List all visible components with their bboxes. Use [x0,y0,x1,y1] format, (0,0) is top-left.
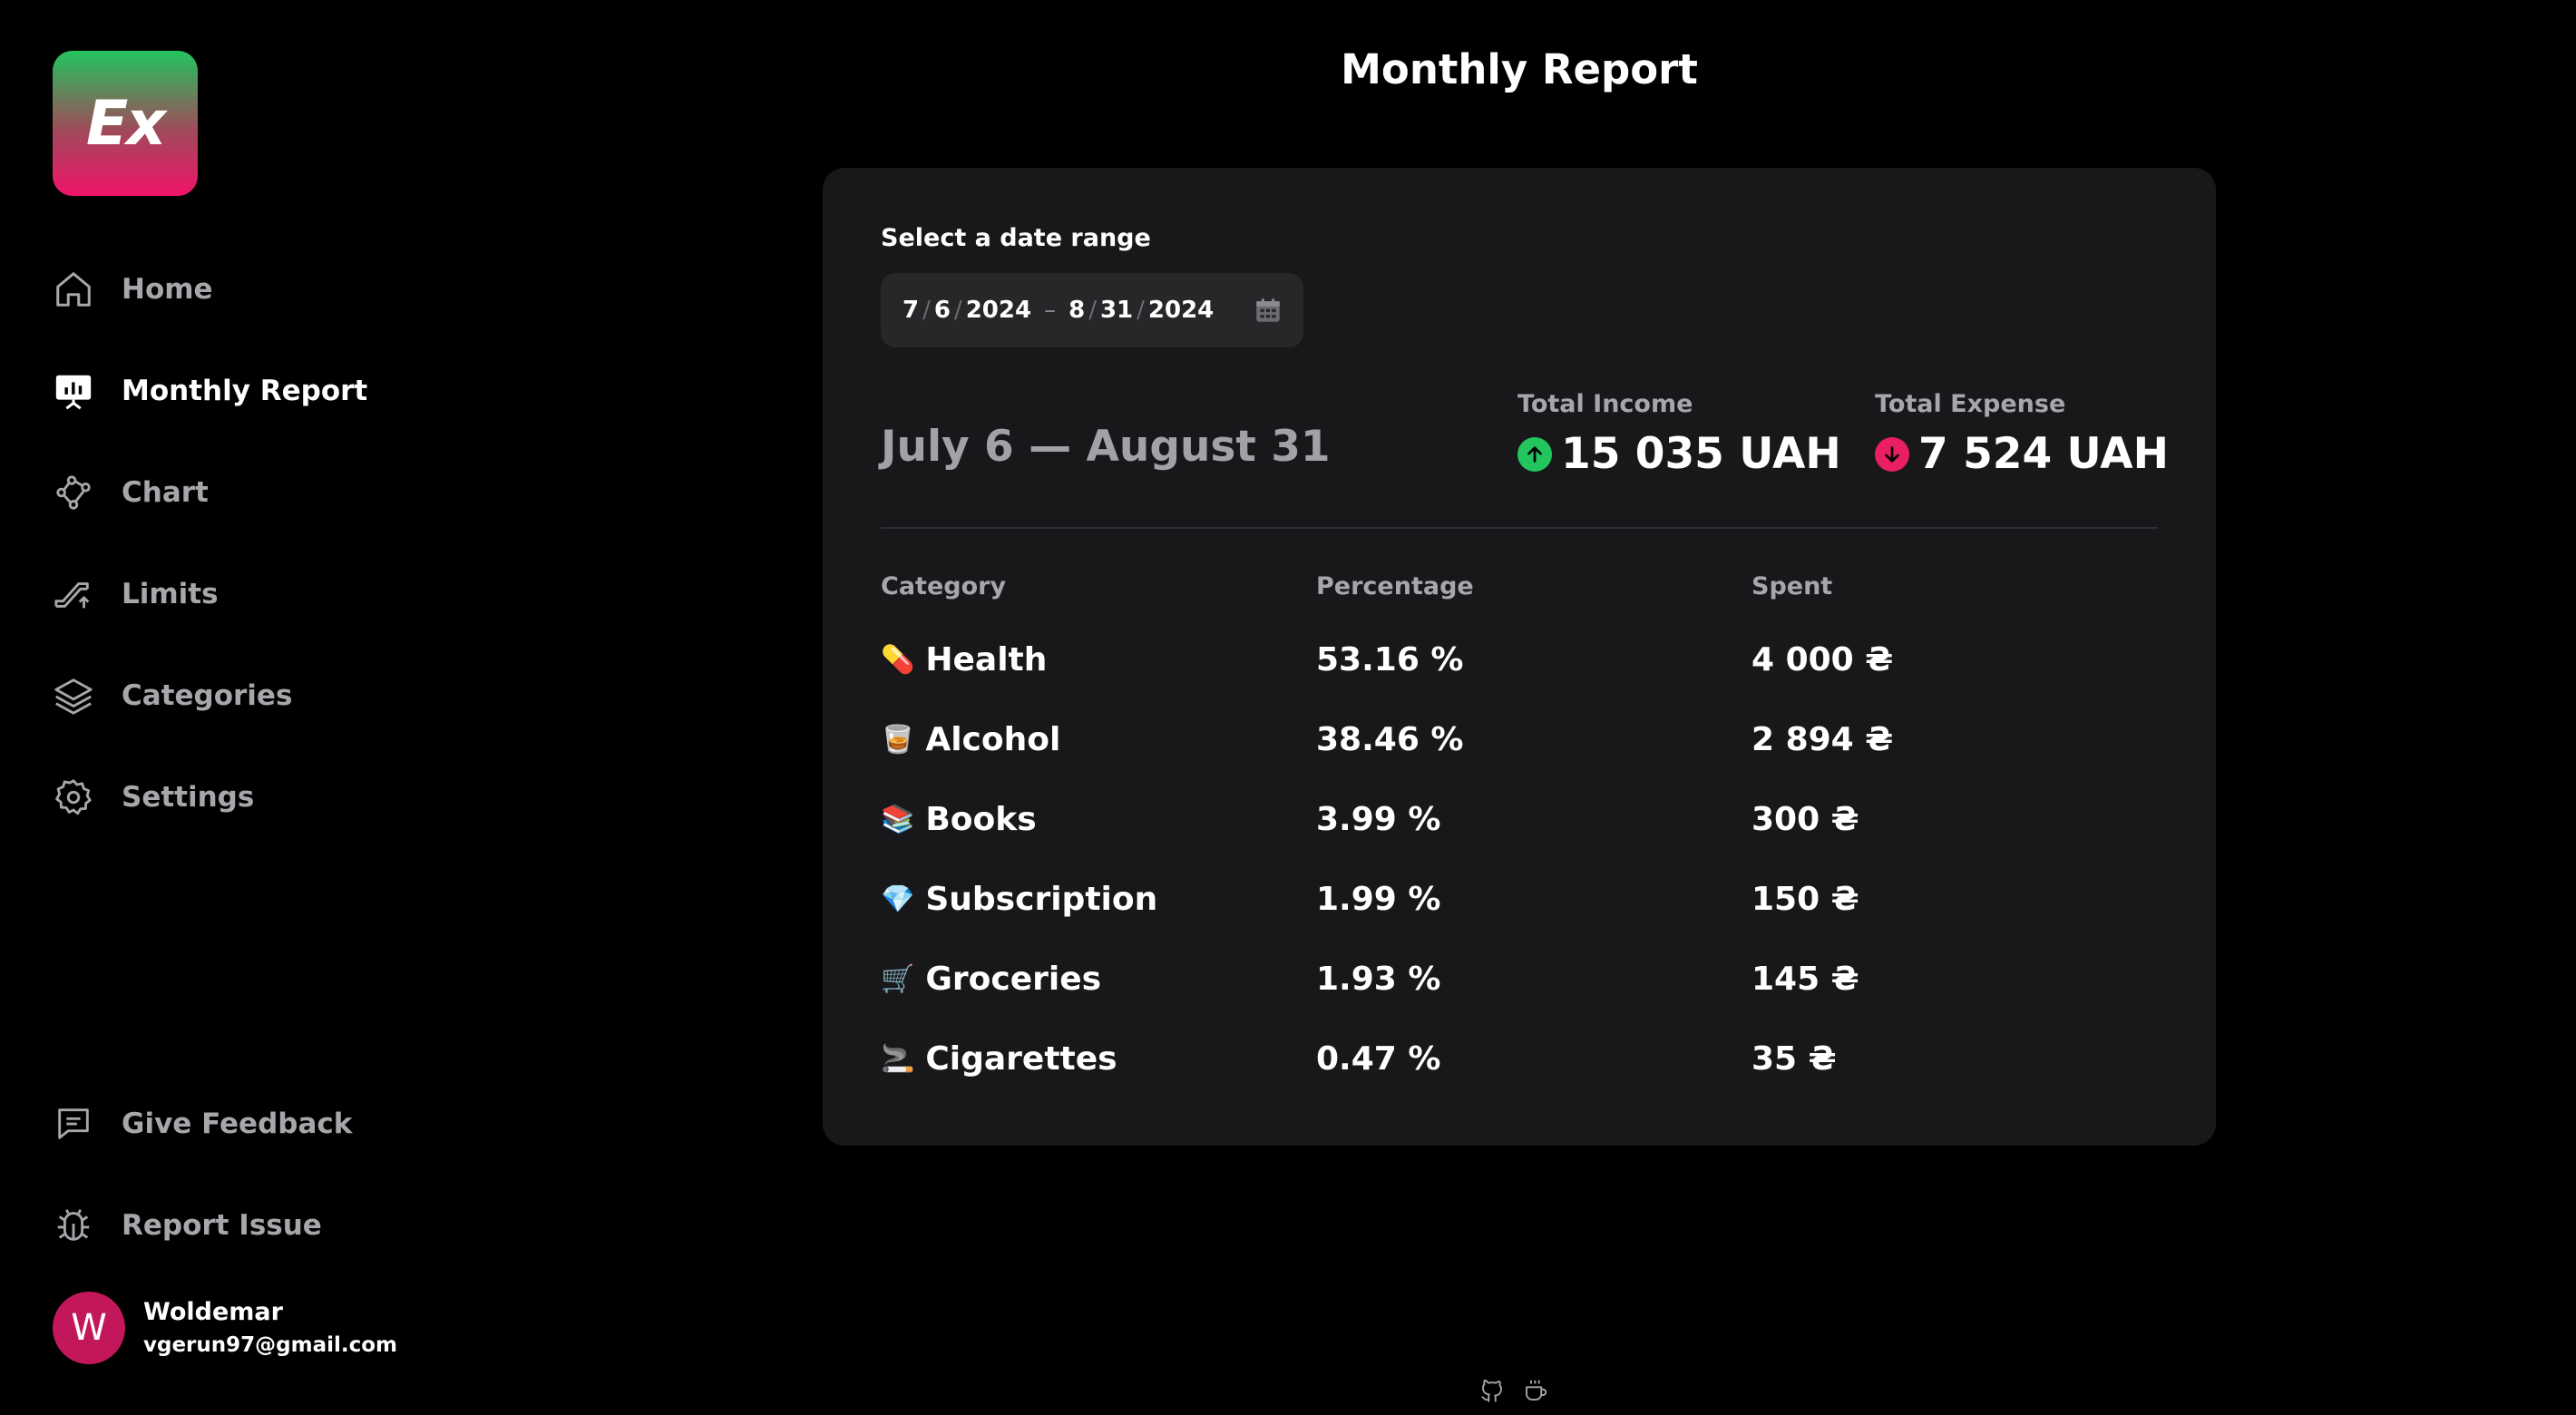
github-icon[interactable] [1478,1377,1506,1404]
sidebar-item-categories[interactable]: Categories [51,664,432,727]
end-day[interactable]: 31 [1100,297,1133,324]
home-icon [51,267,96,312]
total-expense: Total Expense 7 524 UAH [1875,390,2169,479]
category-name: Books [925,800,1037,838]
user-profile[interactable]: W Woldemar vgerun97@gmail.com [53,1292,397,1364]
category-name: Groceries [925,960,1102,998]
category-name: Health [925,640,1048,678]
category-name: Cigarettes [925,1039,1117,1078]
category-spent: 35 ₴ [1751,1039,1837,1078]
arrow-down-icon [1875,436,1909,472]
calendar-icon[interactable] [1253,295,1283,326]
category-name: Alcohol [925,720,1061,758]
category-name: Subscription [925,880,1158,918]
category-percentage: 3.99 % [1316,800,1441,838]
sidebar-item-label: Monthly Report [122,375,368,407]
column-header-percentage: Percentage [1316,572,1474,600]
table-row: 💊 Health 53.16 % 4 000 ₴ [881,632,2158,687]
report-card: Select a date range 7/6/2024 – 8/31/2024… [823,168,2216,1146]
column-header-spent: Spent [1751,572,1833,600]
total-income-label: Total Income [1517,390,1693,418]
sidebar-item-chart[interactable]: Chart [51,461,432,524]
total-income: Total Income 15 035 UAH [1517,390,1841,479]
sidebar-item-label: Give Feedback [122,1108,353,1140]
category-percentage: 0.47 % [1316,1039,1441,1078]
start-day[interactable]: 6 [934,297,951,324]
avatar: W [53,1292,125,1364]
sidebar-item-monthly-report[interactable]: Monthly Report [51,359,432,423]
category-spent: 2 894 ₴ [1751,720,1894,758]
start-month[interactable]: 7 [903,297,919,324]
table-row: 💎 Subscription 1.99 % 150 ₴ [881,872,2158,926]
app-logo[interactable]: Ex [53,51,198,196]
total-expense-label: Total Expense [1875,390,2066,418]
category-spent: 300 ₴ [1751,800,1859,838]
range-title: July 6 — August 31 [881,422,1331,472]
layers-icon [51,673,96,718]
sidebar-item-label: Categories [122,679,293,712]
category-emoji: 🚬 [881,1042,915,1075]
bug-icon [51,1203,96,1248]
category-emoji: 🛒 [881,962,915,995]
table-row: 🛒 Groceries 1.93 % 145 ₴ [881,951,2158,1006]
category-spent: 145 ₴ [1751,960,1859,998]
category-emoji: 📚 [881,803,915,835]
user-name: Woldemar [143,1298,283,1326]
table-row: 📚 Books 3.99 % 300 ₴ [881,792,2158,846]
sidebar-item-limits[interactable]: Limits [51,562,432,626]
column-header-category: Category [881,572,1007,600]
arrow-up-icon [1517,436,1552,472]
sidebar-item-label: Limits [122,578,219,610]
user-email: vgerun97@gmail.com [143,1333,398,1357]
coffee-icon[interactable] [1522,1377,1549,1404]
date-range-label: Select a date range [881,224,1151,252]
total-expense-value: 7 524 UAH [1918,429,2169,479]
end-month[interactable]: 8 [1068,297,1085,324]
divider [881,527,2158,529]
category-percentage: 1.99 % [1316,880,1441,918]
gear-icon [51,775,96,820]
message-icon [51,1101,96,1147]
category-emoji: 💊 [881,643,915,676]
sidebar-item-label: Report Issue [122,1209,322,1242]
sidebar: Ex Home Monthly Report Chart Limits Cate… [0,0,508,1415]
end-year[interactable]: 2024 [1148,297,1214,324]
category-emoji: 💎 [881,883,915,915]
category-percentage: 38.46 % [1316,720,1464,758]
page-title: Monthly Report [1341,45,1698,93]
footer-links [1478,1377,1549,1404]
limits-ramp-icon [51,571,96,617]
category-spent: 150 ₴ [1751,880,1859,918]
sidebar-item-label: Home [122,273,213,306]
sidebar-item-settings[interactable]: Settings [51,766,432,829]
sidebar-item-label: Settings [122,781,255,814]
table-row: 🥃 Alcohol 38.46 % 2 894 ₴ [881,712,2158,766]
presentation-chart-icon [51,368,96,414]
sidebar-item-home[interactable]: Home [51,258,432,321]
category-emoji: 🥃 [881,723,915,756]
start-year[interactable]: 2024 [966,297,1031,324]
date-range-picker[interactable]: 7/6/2024 – 8/31/2024 [881,273,1303,347]
category-percentage: 53.16 % [1316,640,1464,678]
give-feedback-button[interactable]: Give Feedback [51,1092,432,1156]
category-percentage: 1.93 % [1316,960,1441,998]
total-income-value: 15 035 UAH [1561,429,1841,479]
sidebar-item-label: Chart [122,476,209,509]
chart-nodes-icon [51,470,96,515]
category-spent: 4 000 ₴ [1751,640,1894,678]
report-issue-button[interactable]: Report Issue [51,1194,432,1257]
table-row: 🚬 Cigarettes 0.47 % 35 ₴ [881,1031,2158,1086]
